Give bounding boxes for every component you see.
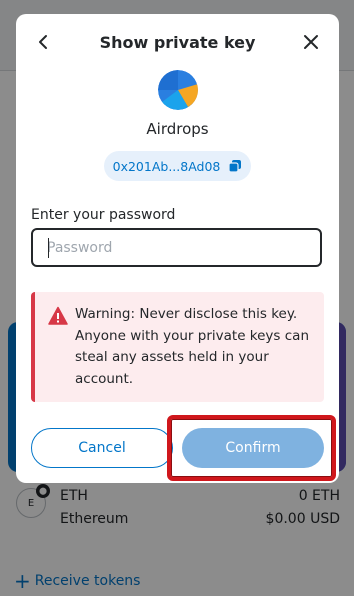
- cancel-button[interactable]: Cancel: [31, 428, 173, 468]
- network-badge-icon: ⬤: [36, 484, 50, 498]
- password-input[interactable]: [31, 228, 322, 267]
- asset-network: Ethereum: [60, 511, 129, 527]
- text-caret: [48, 238, 49, 258]
- receive-tokens-label: Receive tokens: [34, 573, 141, 589]
- warning-icon: [48, 306, 68, 325]
- receive-tokens-link[interactable]: + Receive tokens: [14, 569, 141, 593]
- address-copy-button[interactable]: 0x201Ab...8Ad08: [104, 151, 251, 181]
- warning-text: Warning: Never disclose this key. Anyone…: [75, 306, 310, 387]
- asset-amount: 0 ETH: [298, 488, 340, 504]
- token-icon-letter: E: [27, 497, 35, 509]
- asset-fiat-value: $0.00 USD: [265, 511, 340, 527]
- close-icon[interactable]: [301, 32, 321, 52]
- plus-icon: +: [14, 569, 31, 593]
- account-avatar: [158, 70, 198, 110]
- confirm-highlight-box: [167, 415, 336, 481]
- modal-title: Show private key: [99, 33, 256, 52]
- warning-banner: Warning: Never disclose this key. Anyone…: [31, 292, 324, 402]
- asset-symbol: ETH: [60, 488, 88, 504]
- account-address: 0x201Ab...8Ad08: [112, 158, 221, 174]
- account-name: Airdrops: [146, 120, 209, 138]
- show-private-key-modal: Show private key Airdrops 0x201Ab...8Ad0…: [16, 14, 339, 483]
- password-label: Enter your password: [31, 207, 176, 223]
- copy-icon: [228, 160, 242, 173]
